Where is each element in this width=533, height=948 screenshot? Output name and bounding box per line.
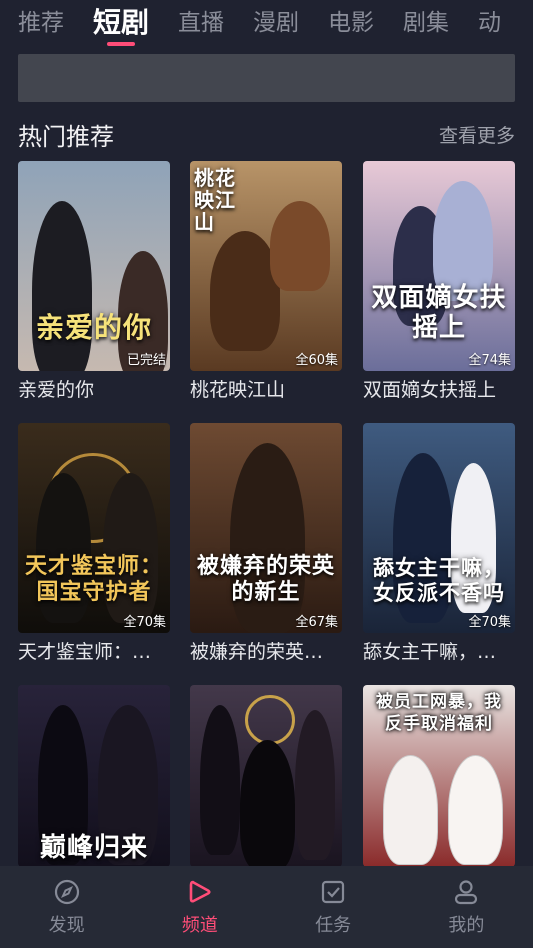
drama-card[interactable]: 巅峰归来 <box>18 685 170 867</box>
compass-icon <box>52 877 82 907</box>
tab-recommend[interactable]: 推荐 <box>18 0 64 52</box>
card-title: 舔女主干嘛，… <box>363 641 497 663</box>
section-title: 热门推荐 <box>18 122 114 151</box>
episode-badge: 全67集 <box>295 615 338 630</box>
poster-image[interactable]: 双面嫡女扶摇上 全74集 <box>363 161 515 371</box>
poster-image[interactable]: 桃花映江山 全60集 <box>190 161 342 371</box>
poster-title: 被员工网暴，我反手取消福利 <box>376 692 502 734</box>
episode-badge: 全60集 <box>295 353 338 368</box>
nav-label: 任务 <box>315 915 352 936</box>
poster-title: 舔女主干嘛，女反派不香吗 <box>373 555 505 605</box>
drama-card[interactable]: 双面嫡女扶摇上 全74集 双面嫡女扶摇上 <box>363 161 515 403</box>
drama-card[interactable]: 被员工网暴，我反手取消福利 <box>363 685 515 867</box>
bottom-nav: 发现 频道 任务 我的 <box>0 866 533 948</box>
episode-badge: 全70集 <box>123 615 166 630</box>
drama-card[interactable]: 被嫌弃的荣英的新生 全67集 被嫌弃的荣英… <box>190 423 342 665</box>
nav-label: 发现 <box>48 915 85 936</box>
episode-badge: 已完结 <box>126 353 166 368</box>
poster-image[interactable]: 被员工网暴，我反手取消福利 <box>363 685 515 867</box>
nav-channel[interactable]: 频道 <box>150 877 250 937</box>
channel-tabs: 推荐 短剧 直播 漫剧 电影 剧集 动 <box>0 0 533 52</box>
tab-series[interactable]: 剧集 <box>403 0 449 52</box>
play-icon <box>185 877 215 907</box>
nav-label: 我的 <box>448 915 485 936</box>
episode-badge: 全70集 <box>468 615 511 630</box>
card-title: 桃花映江山 <box>190 379 286 401</box>
tab-short-drama[interactable]: 短剧 <box>93 0 149 52</box>
tab-movie[interactable]: 电影 <box>328 0 374 52</box>
drama-card[interactable]: 天才鉴宝师：国宝守护者 全70集 天才鉴宝师：… <box>18 423 170 665</box>
drama-card[interactable]: 舔女主干嘛，女反派不香吗 全70集 舔女主干嘛，… <box>363 423 515 665</box>
poster-image[interactable]: 天才鉴宝师：国宝守护者 全70集 <box>18 423 170 633</box>
tab-comic-drama[interactable]: 漫剧 <box>253 0 299 52</box>
drama-card[interactable] <box>190 685 342 867</box>
section-header: 热门推荐 查看更多 <box>18 116 515 152</box>
nav-discover[interactable]: 发现 <box>17 877 117 937</box>
poster-title: 天才鉴宝师：国宝守护者 <box>24 553 163 605</box>
poster-title: 亲爱的你 <box>35 311 152 344</box>
poster-image[interactable]: 舔女主干嘛，女反派不香吗 全70集 <box>363 423 515 633</box>
card-title: 天才鉴宝师：… <box>18 641 152 663</box>
poster-title: 巅峰归来 <box>39 833 148 863</box>
drama-card[interactable]: 桃花映江山 全60集 桃花映江山 <box>190 161 342 403</box>
poster-image[interactable]: 被嫌弃的荣英的新生 全67集 <box>190 423 342 633</box>
poster-title: 双面嫡女扶摇上 <box>371 283 507 343</box>
nav-label: 频道 <box>181 915 218 936</box>
tab-anime[interactable]: 动 <box>478 0 501 52</box>
drama-card[interactable]: 亲爱的你 已完结 亲爱的你 <box>18 161 170 403</box>
card-title: 双面嫡女扶摇上 <box>363 379 497 401</box>
profile-icon <box>451 877 481 907</box>
banner-placeholder[interactable] <box>18 54 515 102</box>
poster-title: 桃花映江山 <box>194 166 236 234</box>
see-more-link[interactable]: 查看更多 <box>439 121 515 148</box>
task-icon <box>318 877 348 907</box>
poster-image[interactable] <box>190 685 342 867</box>
poster-image[interactable]: 巅峰归来 <box>18 685 170 867</box>
nav-task[interactable]: 任务 <box>283 877 383 937</box>
nav-profile[interactable]: 我的 <box>416 877 516 937</box>
poster-title: 被嫌弃的荣英的新生 <box>196 553 335 605</box>
tab-live[interactable]: 直播 <box>178 0 224 52</box>
poster-image[interactable]: 亲爱的你 已完结 <box>18 161 170 371</box>
card-title: 被嫌弃的荣英… <box>190 641 324 663</box>
episode-badge: 全74集 <box>468 353 511 368</box>
card-title: 亲爱的你 <box>18 379 95 401</box>
